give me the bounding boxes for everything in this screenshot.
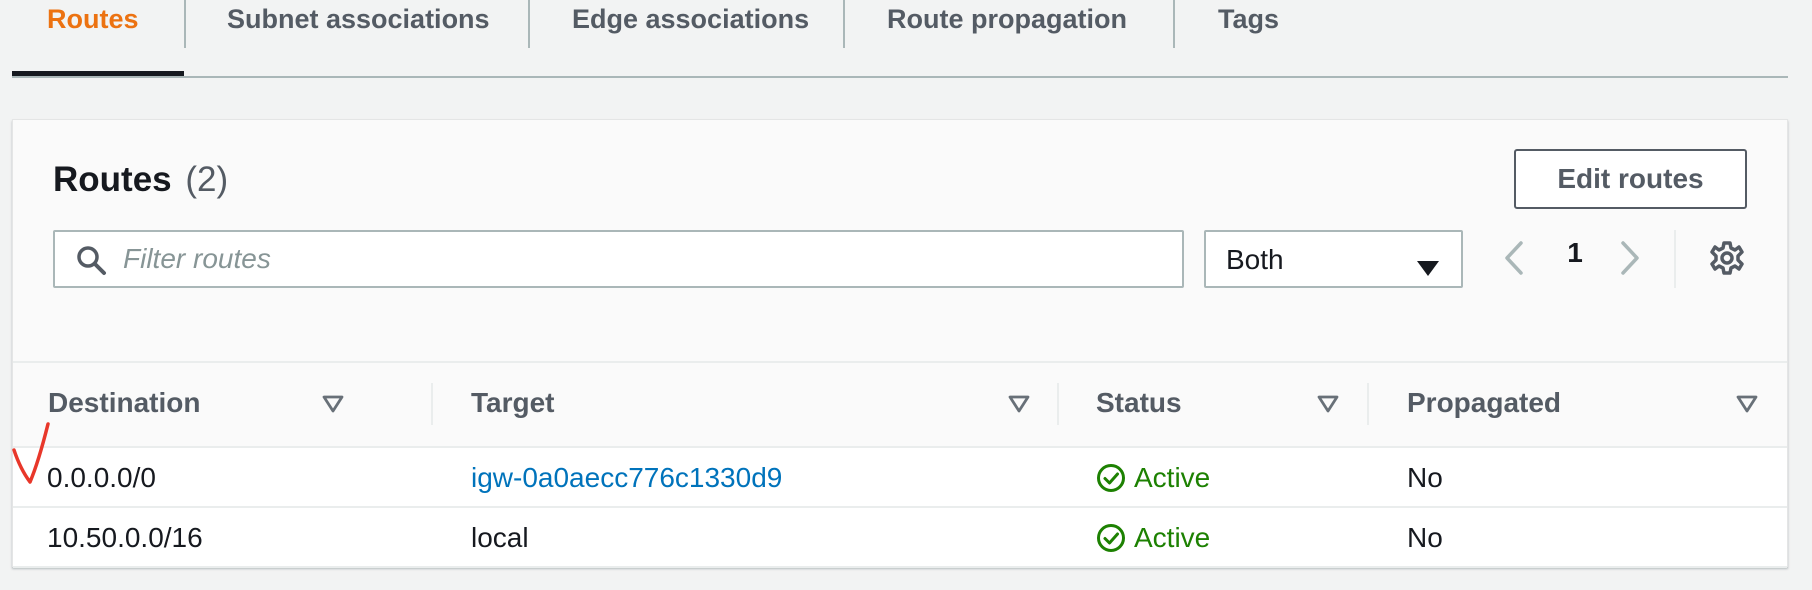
select-value: Both xyxy=(1226,244,1284,275)
caret-down-icon xyxy=(1417,252,1439,284)
tab-subnet-associations-label: Subnet associations xyxy=(227,4,490,34)
table-row[interactable]: 0.0.0.0/0 igw-0a0aecc776c1330d9 Active N… xyxy=(13,448,1787,508)
sort-icon[interactable] xyxy=(1317,395,1339,418)
cell-status: Active xyxy=(1096,522,1210,554)
tab-edge-associations[interactable]: Edge associations xyxy=(572,0,809,78)
sort-icon[interactable] xyxy=(1008,395,1030,418)
active-tab-indicator xyxy=(12,71,184,76)
column-header-target[interactable]: Target xyxy=(471,387,555,419)
tab-routes-label: Routes xyxy=(47,4,139,34)
column-header-destination[interactable]: Destination xyxy=(48,387,200,419)
current-page-number[interactable]: 1 xyxy=(1563,237,1587,269)
cell-destination: 10.50.0.0/16 xyxy=(47,522,203,553)
column-divider xyxy=(1367,383,1369,425)
tab-route-propagation-label: Route propagation xyxy=(887,4,1127,34)
tab-route-propagation[interactable]: Route propagation xyxy=(887,0,1127,78)
pager-divider xyxy=(1674,230,1676,288)
tab-separator xyxy=(843,0,845,48)
cell-target-link[interactable]: igw-0a0aecc776c1330d9 xyxy=(471,462,782,494)
status-check-icon xyxy=(1097,464,1125,492)
settings-gear-icon[interactable] xyxy=(1709,240,1745,281)
search-icon xyxy=(75,244,107,281)
route-type-select[interactable]: Both xyxy=(1204,230,1463,288)
cell-status: Active xyxy=(1096,462,1210,494)
tab-edge-associations-label: Edge associations xyxy=(572,4,810,34)
column-header-propagated[interactable]: Propagated xyxy=(1407,387,1561,419)
tab-bar: Routes Subnet associations Edge associat… xyxy=(12,0,1788,78)
chevron-right-icon[interactable] xyxy=(1619,240,1641,281)
column-divider xyxy=(1057,383,1059,425)
tab-tags[interactable]: Tags xyxy=(1218,0,1279,78)
sort-icon[interactable] xyxy=(1736,395,1758,418)
tab-separator xyxy=(184,0,186,48)
column-header-status[interactable]: Status xyxy=(1096,387,1182,419)
status-text: Active xyxy=(1134,462,1211,493)
status-check-icon xyxy=(1097,524,1125,552)
cell-destination: 0.0.0.0/0 xyxy=(47,462,156,493)
tab-separator xyxy=(1173,0,1175,48)
chevron-left-icon[interactable] xyxy=(1503,240,1525,281)
table-row[interactable]: 10.50.0.0/16 local Active No xyxy=(13,508,1787,568)
tab-tags-label: Tags xyxy=(1218,4,1280,34)
routes-panel: Routes (2) Edit routes Both 1 xyxy=(12,119,1788,568)
tab-routes[interactable]: Routes xyxy=(47,0,139,78)
cell-propagated: No xyxy=(1407,462,1443,493)
panel-title-text: Routes xyxy=(53,160,172,199)
filter-box[interactable] xyxy=(53,230,1184,288)
annotation-checkmark-icon xyxy=(8,420,58,495)
sort-icon[interactable] xyxy=(322,395,344,418)
cell-target: local xyxy=(471,522,529,553)
cell-propagated: No xyxy=(1407,522,1443,553)
tab-subnet-associations[interactable]: Subnet associations xyxy=(227,0,490,78)
edit-routes-button[interactable]: Edit routes xyxy=(1514,149,1747,209)
filter-routes-input[interactable] xyxy=(123,240,1163,278)
column-divider xyxy=(431,383,433,425)
panel-title: Routes (2) xyxy=(53,160,228,200)
tab-separator xyxy=(528,0,530,48)
table-header: Destination Target Status Propagated xyxy=(13,361,1787,448)
route-table-page: Routes Subnet associations Edge associat… xyxy=(0,0,1812,590)
route-count: (2) xyxy=(185,160,229,199)
status-text: Active xyxy=(1134,522,1211,553)
